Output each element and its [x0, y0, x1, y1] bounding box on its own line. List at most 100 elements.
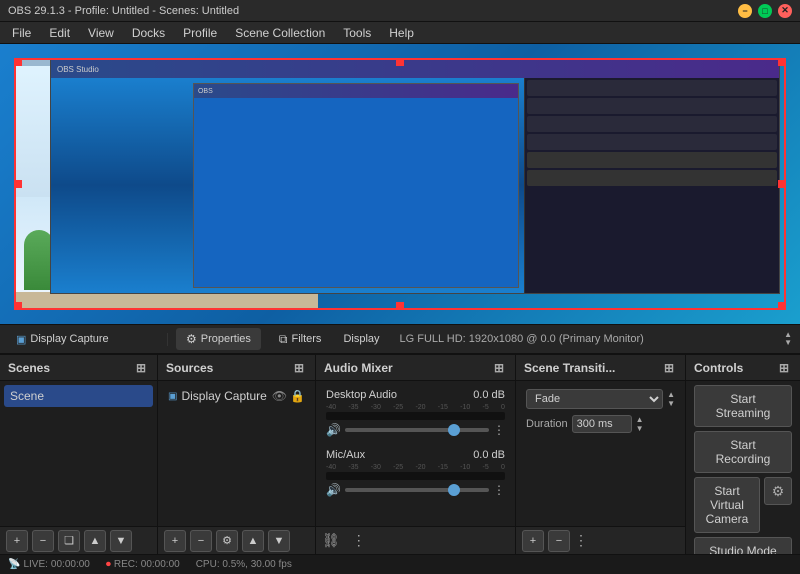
mic-volume-thumb[interactable] — [448, 484, 460, 496]
sources-down-button[interactable]: ▼ — [268, 530, 290, 552]
cpu-status: CPU: 0.5%, 30.00 fps — [196, 559, 292, 570]
handle-bottom-right[interactable] — [778, 302, 786, 310]
scene-item[interactable]: Scene — [4, 385, 153, 407]
source-item-display-capture[interactable]: ▣ Display Capture 👁 🔒 — [162, 385, 311, 407]
scenes-content: Scene — [0, 381, 157, 526]
sources-footer: + − ⚙ ▲ ▼ — [158, 526, 315, 554]
menu-edit[interactable]: Edit — [41, 24, 78, 42]
mic-audio-db: 0.0 dB — [473, 449, 505, 461]
sources-settings-button[interactable]: ⚙ — [216, 530, 238, 552]
filters-tab[interactable]: ⧉ Filters — [269, 328, 332, 351]
desktop-audio-options[interactable]: ⋮ — [493, 423, 505, 437]
scenes-header-icon[interactable]: ⊞ — [133, 360, 149, 376]
transitions-add-button[interactable]: + — [522, 530, 544, 552]
scenes-remove-button[interactable]: − — [32, 530, 54, 552]
menu-help[interactable]: Help — [381, 24, 422, 42]
scenes-up-button[interactable]: ▲ — [84, 530, 106, 552]
scenes-add-button[interactable]: + — [6, 530, 28, 552]
status-bar: 📡 LIVE: 00:00:00 ⏺ REC: 00:00:00 CPU: 0.… — [0, 554, 800, 574]
title-bar: OBS 29.1.3 - Profile: Untitled - Scenes:… — [0, 0, 800, 22]
controls-header-icon[interactable]: ⊞ — [776, 360, 792, 376]
audio-link-icon[interactable]: ⛓ — [322, 532, 340, 549]
source-name-label: Display Capture — [30, 333, 108, 345]
scenes-panel: Scenes ⊞ Scene + − ❏ ▲ ▼ — [0, 355, 158, 554]
minimize-button[interactable]: − — [738, 4, 752, 18]
properties-icon: ⚙ — [186, 332, 197, 346]
transition-arrows[interactable]: ▲ ▼ — [667, 390, 675, 408]
transition-type-select[interactable]: Fade — [526, 389, 663, 409]
rec-status: ⏺ REC: 00:00:00 — [106, 559, 180, 570]
cpu-label: CPU: 0.5%, 30.00 fps — [196, 559, 292, 570]
transitions-remove-button[interactable]: − — [548, 530, 570, 552]
start-virtual-camera-button[interactable]: Start Virtual Camera — [694, 477, 760, 533]
title-bar-controls: − □ ✕ — [738, 4, 792, 18]
sources-header-icon[interactable]: ⊞ — [291, 360, 307, 376]
handle-top-right[interactable] — [778, 58, 786, 66]
sources-add-button[interactable]: + — [164, 530, 186, 552]
audio-footer: ⛓ ⋮ — [316, 526, 515, 554]
live-icon: 📡 — [8, 559, 20, 570]
duration-input[interactable] — [572, 415, 632, 433]
mic-audio-icon[interactable]: 🔊 — [326, 483, 341, 497]
controls-content: Start Streaming Start Recording Start Vi… — [686, 381, 800, 554]
handle-bottom-left[interactable] — [14, 302, 22, 310]
audio-track-mic: Mic/Aux 0.0 dB -40 -35 -30 -25 -20 -15 -… — [320, 445, 511, 501]
nested-obs-window: OBS Studio OBS — [50, 59, 780, 294]
handle-right[interactable] — [778, 180, 786, 188]
duration-arrows[interactable]: ▲ ▼ — [636, 415, 644, 433]
controls-title: Controls — [694, 361, 743, 375]
sources-up-button[interactable]: ▲ — [242, 530, 264, 552]
menu-scene-collection[interactable]: Scene Collection — [227, 24, 333, 42]
transitions-header-icon[interactable]: ⊞ — [661, 360, 677, 376]
source-item-name: Display Capture — [181, 389, 266, 403]
menu-bar: File Edit View Docks Profile Scene Colle… — [0, 22, 800, 44]
title-bar-title: OBS 29.1.3 - Profile: Untitled - Scenes:… — [8, 5, 239, 17]
filters-icon: ⧉ — [279, 332, 288, 347]
desktop-volume-thumb[interactable] — [448, 424, 460, 436]
display-info: LG FULL HD: 1920x1080 @ 0.0 (Primary Mon… — [400, 333, 777, 345]
transitions-more-options[interactable]: ⋮ — [574, 532, 588, 549]
audio-header-icon[interactable]: ⊞ — [491, 360, 507, 376]
menu-profile[interactable]: Profile — [175, 24, 225, 42]
properties-tab[interactable]: ⚙ Properties — [176, 328, 261, 350]
source-monitor-icon: ▣ — [16, 333, 26, 346]
source-lock-icon[interactable]: 🔒 — [290, 389, 305, 403]
maximize-button[interactable]: □ — [758, 4, 772, 18]
handle-bottom[interactable] — [396, 302, 404, 310]
mic-volume-slider[interactable] — [345, 488, 489, 492]
handle-top[interactable] — [396, 58, 404, 66]
bottom-panels: Scenes ⊞ Scene + − ❏ ▲ ▼ Sources ⊞ ▣ Dis… — [0, 354, 800, 554]
menu-view[interactable]: View — [80, 24, 122, 42]
display-info-arrows[interactable]: ▲ ▼ — [784, 331, 792, 347]
menu-docks[interactable]: Docks — [124, 24, 173, 42]
handle-left[interactable] — [14, 180, 22, 188]
handle-top-left[interactable] — [14, 58, 22, 66]
studio-mode-button[interactable]: Studio Mode — [694, 537, 792, 554]
mic-meter-scale: -40 -35 -30 -25 -20 -15 -10 -5 0 — [326, 464, 505, 471]
close-button[interactable]: ✕ — [778, 4, 792, 18]
sources-content: ▣ Display Capture 👁 🔒 — [158, 381, 315, 526]
start-recording-button[interactable]: Start Recording — [694, 431, 792, 473]
menu-tools[interactable]: Tools — [335, 24, 379, 42]
rec-label: REC: — [114, 559, 138, 570]
audio-content: Desktop Audio 0.0 dB -40 -35 -30 -25 -20… — [316, 381, 515, 526]
start-streaming-button[interactable]: Start Streaming — [694, 385, 792, 427]
audio-more-options[interactable]: ⋮ — [352, 532, 366, 549]
source-eye-icon[interactable]: 👁 — [272, 389, 287, 403]
controls-header: Controls ⊞ — [686, 355, 800, 381]
menu-file[interactable]: File — [4, 24, 39, 42]
mic-audio-options[interactable]: ⋮ — [493, 483, 505, 497]
sources-remove-button[interactable]: − — [190, 530, 212, 552]
desktop-audio-icon[interactable]: 🔊 — [326, 423, 341, 437]
mic-audio-meter — [326, 472, 505, 480]
nested-inner-window: OBS — [193, 83, 519, 288]
sources-title: Sources — [166, 361, 213, 375]
live-label: LIVE: — [23, 559, 47, 570]
scenes-duplicate-button[interactable]: ❏ — [58, 530, 80, 552]
desktop-volume-slider[interactable] — [345, 428, 489, 432]
scenes-down-button[interactable]: ▼ — [110, 530, 132, 552]
source-bar-source-name: ▣ Display Capture — [8, 333, 168, 346]
virtual-camera-settings-button[interactable]: ⚙ — [764, 477, 792, 505]
transitions-content: Fade ▲ ▼ Duration ▲ ▼ — [516, 381, 685, 526]
rec-time: 00:00:00 — [141, 559, 180, 570]
